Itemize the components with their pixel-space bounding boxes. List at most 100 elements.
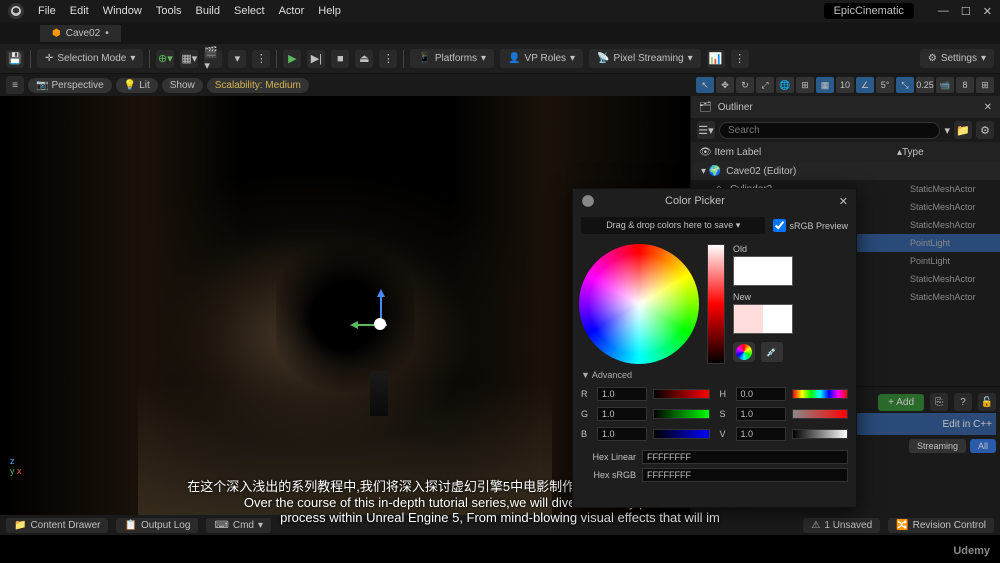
unsaved-button[interactable]: ⚠ 1 Unsaved — [803, 518, 880, 533]
cinematics-icon[interactable]: 🎬▾ — [204, 50, 222, 68]
skip-button[interactable]: ▶| — [307, 50, 325, 68]
s-input[interactable]: 1.0 — [736, 407, 786, 421]
viewport-maximize-icon[interactable]: ⊞ — [976, 77, 994, 93]
transform-gizmo[interactable] — [352, 291, 408, 347]
visibility-icon: 👁 — [699, 147, 712, 158]
more-icon[interactable]: ⋮ — [252, 50, 270, 68]
help-icon[interactable]: ? — [954, 393, 972, 411]
menu-help[interactable]: Help — [318, 5, 341, 17]
world-row[interactable]: ▾ 🌍 Cave02 (Editor) — [691, 162, 1000, 180]
filter-all[interactable]: All — [970, 439, 996, 453]
filter-icon[interactable]: ☰▾ — [697, 121, 715, 139]
settings-button[interactable]: ⚙ Settings ▾ — [920, 49, 994, 68]
translate-tool-icon[interactable]: ✥ — [716, 77, 734, 93]
s-slider[interactable] — [792, 409, 849, 419]
v-slider[interactable] — [792, 429, 849, 439]
theme-picker-icon[interactable] — [733, 342, 755, 362]
lock-icon[interactable]: 🔓 — [978, 393, 996, 411]
ue-logo-icon — [8, 3, 24, 19]
g-input[interactable]: 1.0 — [597, 407, 647, 421]
close-dialog-icon[interactable]: ✕ — [839, 195, 848, 208]
close-icon[interactable]: ✕ — [983, 5, 992, 18]
save-button[interactable]: 💾 — [6, 50, 24, 68]
advanced-toggle[interactable]: ▼ Advanced — [573, 370, 856, 380]
revision-control-button[interactable]: 🔀 Revision Control — [888, 518, 994, 533]
new-color-swatch[interactable] — [733, 304, 793, 334]
b-slider[interactable] — [653, 429, 710, 439]
camera-speed-icon[interactable]: 📹 — [936, 77, 954, 93]
select-tool-icon[interactable]: ↖ — [696, 77, 714, 93]
hex-srgb-input[interactable]: FFFFFFFF — [642, 468, 848, 482]
menu-file[interactable]: File — [38, 5, 56, 17]
camera-speed-value[interactable]: 8 — [956, 77, 974, 93]
v-input[interactable]: 1.0 — [736, 427, 786, 441]
filter-streaming[interactable]: Streaming — [909, 439, 966, 453]
folder-add-icon[interactable]: 📁 — [954, 121, 972, 139]
perspective-button[interactable]: 📷 Perspective — [28, 78, 112, 93]
rotate-tool-icon[interactable]: ↻ — [736, 77, 754, 93]
cmd-button[interactable]: ⌨ Cmd ▾ — [206, 518, 271, 533]
close-tab-icon[interactable]: ✕ — [984, 102, 992, 113]
value-strip[interactable] — [707, 244, 725, 364]
menu-select[interactable]: Select — [234, 5, 265, 17]
add-component-button[interactable]: + Add — [878, 394, 924, 411]
outliner-header[interactable]: 👁 Item Label ▴ Type — [691, 142, 1000, 162]
more2-icon[interactable]: ⋮ — [731, 50, 749, 68]
scalability-button[interactable]: Scalability: Medium — [207, 78, 309, 93]
trace-icon[interactable]: 📊 — [707, 50, 725, 68]
g-slider[interactable] — [653, 409, 710, 419]
lit-mode-button[interactable]: 💡 Lit — [116, 78, 158, 93]
menu-actor[interactable]: Actor — [279, 5, 305, 17]
angle-snap-value[interactable]: 5° — [876, 77, 894, 93]
sequencer-icon[interactable]: ▾ — [228, 50, 246, 68]
r-slider[interactable] — [653, 389, 710, 399]
level-tab[interactable]: ⬢ Cave02• — [40, 25, 121, 42]
color-picker-dialog: Color Picker ✕ Drag & drop colors here t… — [572, 188, 857, 508]
content-drawer-button[interactable]: 📁 Content Drawer — [6, 518, 108, 533]
maximize-icon[interactable]: ☐ — [961, 5, 971, 18]
h-slider[interactable] — [792, 389, 849, 399]
vp-roles-button[interactable]: 👤 VP Roles ▾ — [500, 49, 583, 68]
menu-window[interactable]: Window — [103, 5, 142, 17]
hex-linear-input[interactable]: FFFFFFFF — [642, 450, 848, 464]
minimize-icon[interactable]: — — [938, 5, 949, 18]
menu-build[interactable]: Build — [196, 5, 220, 17]
scale-tool-icon[interactable]: ⤢ — [756, 77, 774, 93]
platforms-button[interactable]: 📱 Platforms ▾ — [410, 49, 494, 68]
stop-button[interactable]: ■ — [331, 50, 349, 68]
viewport-menu-icon[interactable]: ≡ — [6, 76, 24, 94]
ue-logo-icon — [581, 194, 595, 208]
show-button[interactable]: Show — [162, 78, 203, 93]
gear-icon[interactable]: ⚙ — [976, 121, 994, 139]
play-button[interactable]: ▶ — [283, 50, 301, 68]
play-options-icon[interactable]: ⋮ — [379, 50, 397, 68]
eyedropper-icon[interactable]: 💉 — [761, 342, 783, 362]
angle-snap-icon[interactable]: ∠ — [856, 77, 874, 93]
old-color-swatch[interactable] — [733, 256, 793, 286]
menu-tools[interactable]: Tools — [156, 5, 182, 17]
add-content-button[interactable]: ⊕▾ — [156, 50, 174, 68]
eject-button[interactable]: ⏏ — [355, 50, 373, 68]
b-input[interactable]: 1.0 — [597, 427, 647, 441]
scale-snap-icon[interactable]: ⤡ — [896, 77, 914, 93]
color-wheel[interactable] — [579, 244, 699, 364]
search-options-icon[interactable]: ▾ — [944, 124, 950, 137]
grid-snap-value[interactable]: 10 — [836, 77, 854, 93]
pixel-streaming-button[interactable]: 📡 Pixel Streaming ▾ — [589, 49, 701, 68]
menu-edit[interactable]: Edit — [70, 5, 89, 17]
marketplace-icon[interactable]: ▦▾ — [180, 50, 198, 68]
output-log-button[interactable]: 📋 Output Log — [116, 518, 198, 533]
world-local-icon[interactable]: 🌐 — [776, 77, 794, 93]
grid-snap-icon[interactable]: ▦ — [816, 77, 834, 93]
scale-snap-value[interactable]: 0.25 — [916, 77, 934, 93]
selection-mode-button[interactable]: ✛ Selection Mode ▾ — [37, 49, 143, 68]
color-save-drop[interactable]: Drag & drop colors here to save ▾ — [581, 217, 765, 234]
outliner-search-input[interactable] — [719, 122, 940, 139]
tab-bar: ⬢ Cave02• — [0, 22, 1000, 44]
outliner-tab[interactable]: 🗂 Outliner ✕ — [691, 96, 1000, 118]
h-input[interactable]: 0.0 — [736, 387, 786, 401]
surface-snap-icon[interactable]: ⊞ — [796, 77, 814, 93]
blueprint-icon[interactable]: ⎘ — [930, 393, 948, 411]
srgb-checkbox[interactable]: sRGB Preview — [773, 219, 848, 232]
r-input[interactable]: 1.0 — [597, 387, 647, 401]
